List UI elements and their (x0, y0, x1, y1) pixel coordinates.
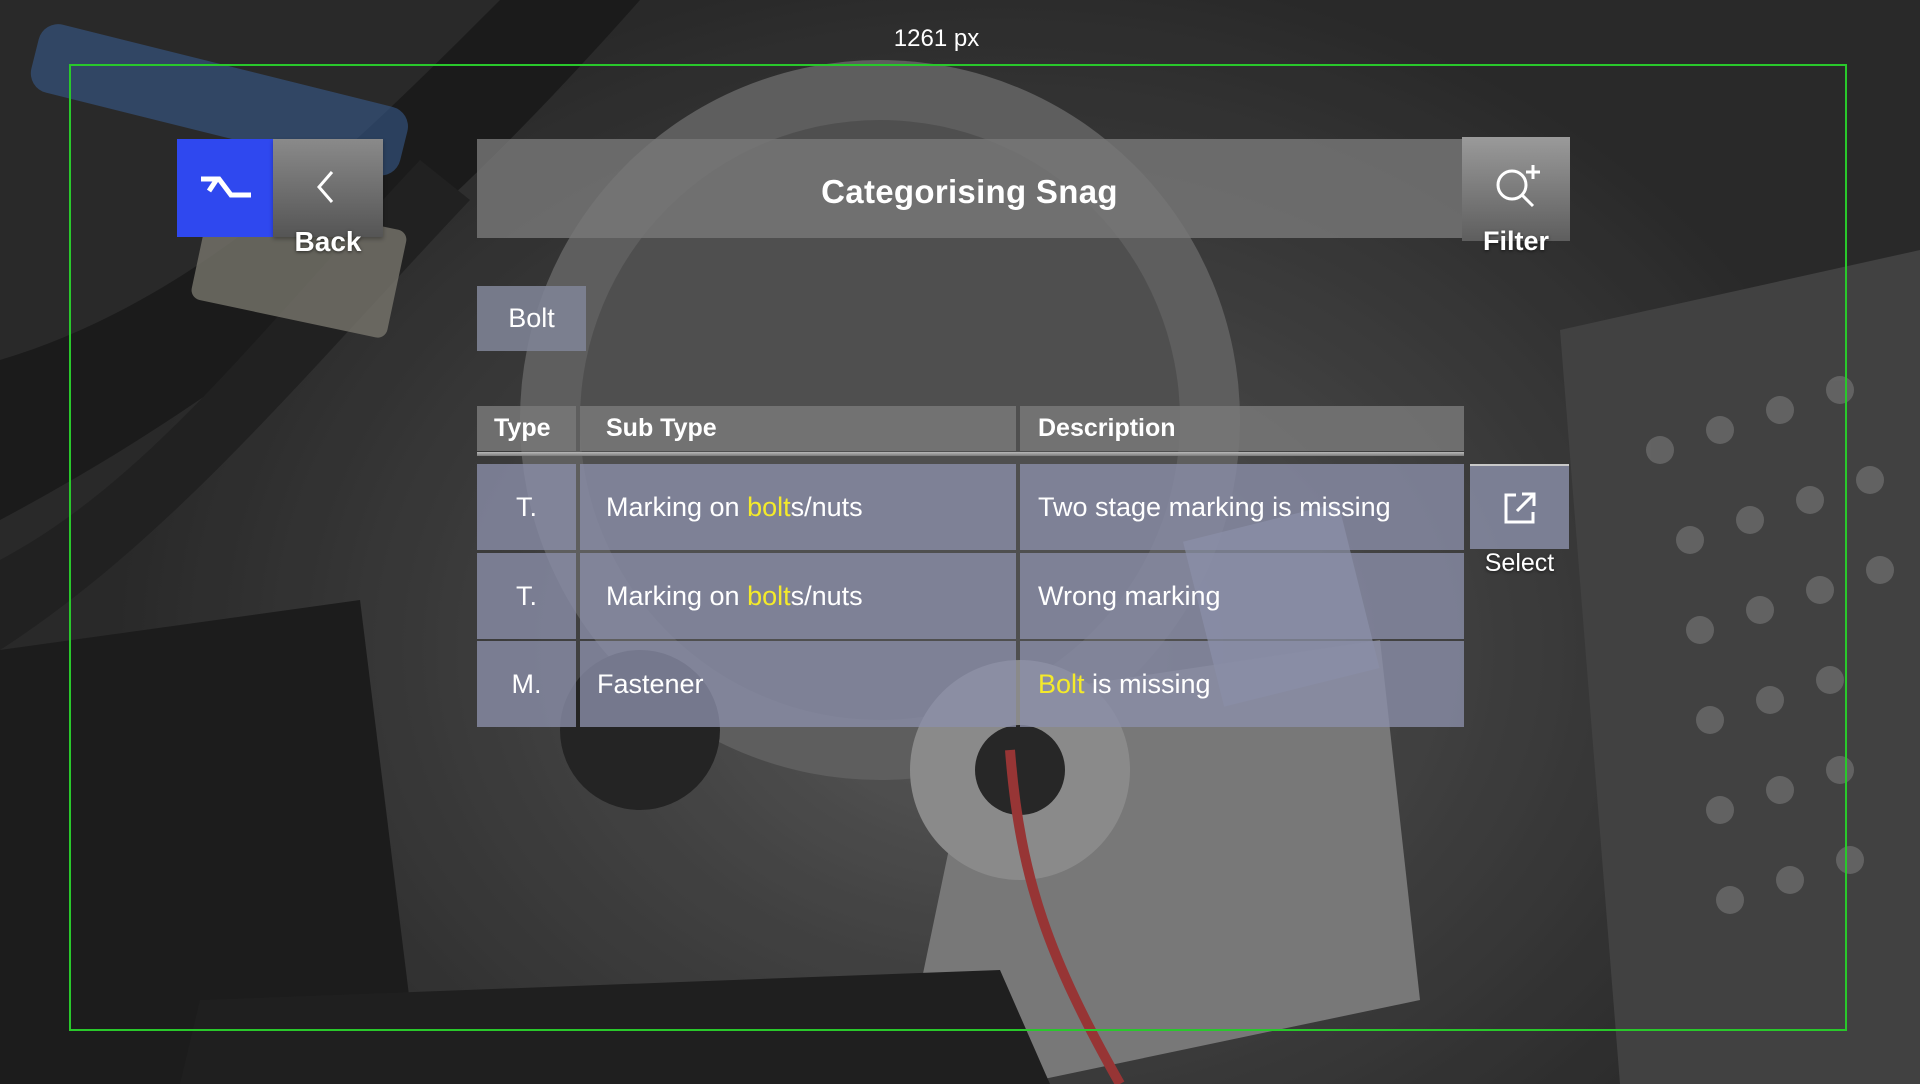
select-button[interactable] (1470, 464, 1569, 549)
type-value: T. (515, 580, 537, 611)
table-row-subtype-cell[interactable]: Fastener (580, 641, 1016, 727)
subtype-text: Marking on (606, 580, 748, 611)
description-highlight: Bolt (1038, 668, 1085, 699)
subtype-text-rest: s/nuts (790, 580, 863, 611)
filter-chip-bolt[interactable]: Bolt (477, 286, 586, 351)
table-row-description-cell[interactable]: Two stage marking is missing (1020, 464, 1464, 550)
page-title: Categorising Snag (821, 173, 1118, 210)
description-text: Wrong marking (1038, 580, 1221, 611)
table-row-type-cell[interactable]: T. (477, 464, 576, 550)
column-header-type: Type (477, 406, 576, 451)
description-text: is missing (1084, 668, 1211, 699)
select-label[interactable]: Select (1462, 549, 1577, 578)
description-text: Two stage marking is missing (1038, 491, 1391, 522)
chevron-left-icon (317, 171, 334, 203)
external-link-icon (1504, 492, 1536, 524)
table-row-subtype-cell[interactable]: Marking on bolt s/nuts (580, 464, 1016, 550)
guide-width-label: 1261 px (893, 25, 980, 52)
table-row-type-cell[interactable]: T. (477, 553, 576, 639)
table-row-description-cell[interactable]: Bolt is missing (1020, 641, 1464, 727)
subtype-highlight: bolt (747, 491, 791, 522)
subtype-text: Fastener (597, 668, 704, 699)
brand-logo-icon (201, 176, 251, 198)
subtype-text: Marking on (606, 491, 748, 522)
title-bar: Categorising Snag (477, 139, 1462, 238)
type-value: M. (511, 668, 542, 699)
subtype-text-rest: s/nuts (790, 491, 863, 522)
column-header-description: Description (1020, 406, 1464, 451)
header-divider (477, 452, 1464, 456)
back-button[interactable] (273, 139, 383, 237)
column-header-subtype: Sub Type (580, 406, 1016, 451)
subtype-highlight: bolt (747, 580, 791, 611)
search-plus-icon (1496, 165, 1540, 208)
filter-label[interactable]: Filter (1462, 226, 1570, 257)
filter-chip-label: Bolt (508, 303, 555, 333)
table-row-subtype-cell[interactable]: Marking on bolt s/nuts (580, 553, 1016, 639)
type-value: T. (515, 491, 537, 522)
table-row-type-cell[interactable]: M. (477, 641, 576, 727)
back-label[interactable]: Back (273, 226, 383, 258)
brand-logo (177, 139, 273, 237)
table-row-description-cell[interactable]: Wrong marking (1020, 553, 1464, 639)
